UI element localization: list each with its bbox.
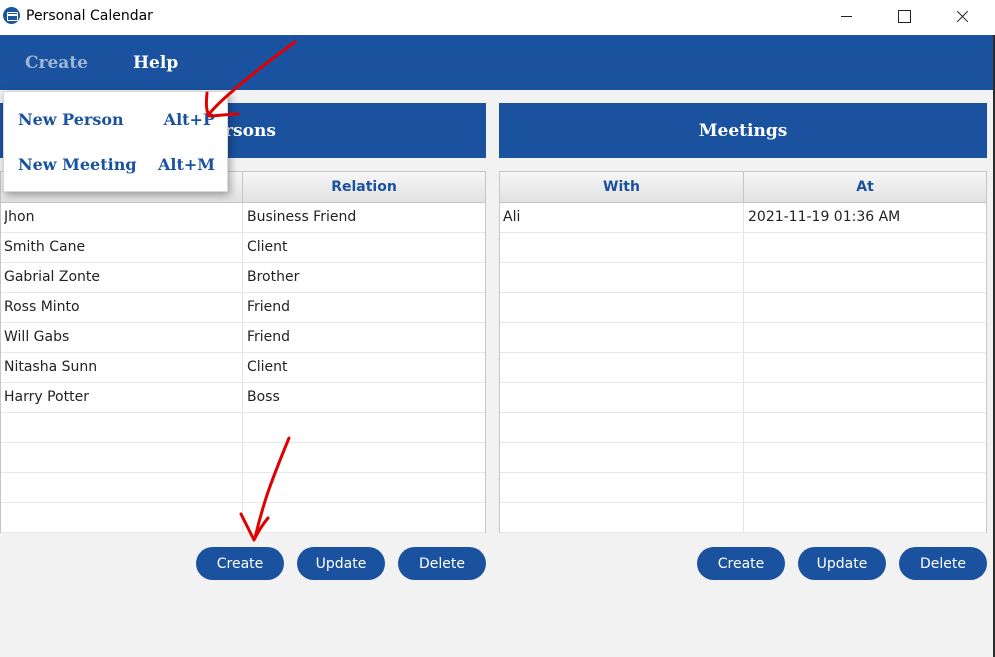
menu-item-label: New Person <box>18 110 124 129</box>
table-cell <box>743 353 986 382</box>
table-cell <box>743 473 986 502</box>
table-cell <box>4 473 240 502</box>
menu-item-shortcut: Alt+P <box>163 110 215 129</box>
table-cell: Nitasha Sunn <box>4 359 98 375</box>
table-row[interactable] <box>500 473 986 503</box>
maximize-icon[interactable] <box>875 0 933 33</box>
table-cell: Brother <box>242 263 485 292</box>
table-cell <box>503 233 741 262</box>
table-row[interactable] <box>500 413 986 443</box>
table-row[interactable]: Nitasha Sunn Client <box>1 353 485 383</box>
persons-title: rsons <box>224 120 276 141</box>
column-header-with[interactable]: With <box>500 172 743 202</box>
table-row[interactable]: Harry Potter Boss <box>1 383 485 413</box>
table-cell: Client <box>242 233 485 262</box>
table-row[interactable]: Jhon Business Friend <box>1 203 485 233</box>
table-row[interactable] <box>500 503 986 533</box>
close-icon[interactable] <box>933 0 991 33</box>
persons-table: Name Relation JhonBusiness FriendSmith C… <box>0 171 486 533</box>
table-cell <box>242 443 485 472</box>
table-row[interactable] <box>500 383 986 413</box>
minimize-icon[interactable] <box>817 0 875 33</box>
meetings-table-body: Ali 2021-11-19 01:36 AM <box>500 203 986 533</box>
table-cell: Will Gabs <box>4 329 70 345</box>
table-row[interactable] <box>500 353 986 383</box>
table-cell: Gabrial Zonte <box>4 269 101 285</box>
persons-update-button[interactable]: Update <box>297 547 385 580</box>
persons-delete-button[interactable]: Delete <box>398 547 486 580</box>
table-cell <box>743 413 986 442</box>
table-cell <box>503 473 741 502</box>
table-row[interactable]: Smith Cane Client <box>1 233 485 263</box>
table-cell <box>4 503 240 532</box>
create-dropdown-menu: New Person Alt+P New Meeting Alt+M <box>3 91 228 192</box>
table-cell <box>242 503 485 532</box>
menu-help[interactable]: Help <box>133 53 178 73</box>
table-row[interactable]: Ross Minto Friend <box>1 293 485 323</box>
table-row[interactable]: Gabrial Zonte Brother <box>1 263 485 293</box>
table-cell <box>743 503 986 532</box>
table-cell: Smith Cane <box>4 239 86 255</box>
table-cell <box>242 413 485 442</box>
table-cell <box>743 323 986 352</box>
table-cell: Ali <box>503 209 521 225</box>
meetings-header: Meetings <box>499 103 987 158</box>
menu-item-new-meeting[interactable]: New Meeting Alt+M <box>4 143 229 188</box>
table-row[interactable] <box>500 263 986 293</box>
persons-table-body: Jhon Business Friend Smith Cane Client Gabri… <box>1 203 485 533</box>
table-row[interactable] <box>1 413 485 443</box>
table-row[interactable] <box>500 323 986 353</box>
meetings-update-button[interactable]: Update <box>798 547 886 580</box>
table-row[interactable]: Ali 2021-11-19 01:36 AM <box>500 203 986 233</box>
column-header-relation[interactable]: Relation <box>242 172 485 202</box>
table-row[interactable] <box>1 443 485 473</box>
table-cell <box>503 503 741 532</box>
table-row[interactable] <box>500 293 986 323</box>
table-cell <box>503 443 741 472</box>
table-cell <box>743 383 986 412</box>
table-cell: Friend <box>242 293 485 322</box>
table-cell: Boss <box>242 383 485 412</box>
table-cell <box>503 413 741 442</box>
menu-item-label: New Meeting <box>18 155 137 174</box>
table-row[interactable]: Will Gabs Friend <box>1 323 485 353</box>
table-cell <box>242 473 485 502</box>
meetings-create-button[interactable]: Create <box>697 547 785 580</box>
table-cell: Client <box>242 353 485 382</box>
table-cell <box>743 443 986 472</box>
meetings-delete-button[interactable]: Delete <box>899 547 987 580</box>
table-cell <box>503 263 741 292</box>
table-cell <box>743 233 986 262</box>
table-cell: Ross Minto <box>4 299 80 315</box>
menu-item-new-person[interactable]: New Person Alt+P <box>4 98 229 143</box>
table-row[interactable] <box>500 443 986 473</box>
table-row[interactable] <box>1 473 485 503</box>
table-cell: Harry Potter <box>4 389 89 405</box>
table-row[interactable] <box>500 233 986 263</box>
meetings-table-header: With At <box>500 172 986 203</box>
table-cell <box>4 443 240 472</box>
table-row[interactable] <box>1 503 485 533</box>
meetings-table: With At Ali 2021-11-19 01:36 AM <box>499 171 987 533</box>
meetings-title: Meetings <box>698 120 788 141</box>
table-cell <box>4 413 240 442</box>
table-cell <box>503 323 741 352</box>
table-cell: Jhon <box>4 209 35 225</box>
title-bar: Personal Calendar <box>0 0 995 35</box>
persons-create-button[interactable]: Create <box>196 547 284 580</box>
menu-item-shortcut: Alt+M <box>158 155 215 174</box>
table-cell: 2021-11-19 01:36 AM <box>743 203 986 232</box>
table-cell <box>743 293 986 322</box>
column-header-at[interactable]: At <box>743 172 986 202</box>
calendar-icon <box>3 7 20 24</box>
menu-create[interactable]: Create <box>25 53 88 73</box>
window-title: Personal Calendar <box>26 8 153 24</box>
table-cell: Business Friend <box>242 203 485 232</box>
table-cell <box>503 383 741 412</box>
table-cell <box>743 263 986 292</box>
table-cell: Friend <box>242 323 485 352</box>
table-cell <box>503 293 741 322</box>
table-cell <box>503 353 741 382</box>
